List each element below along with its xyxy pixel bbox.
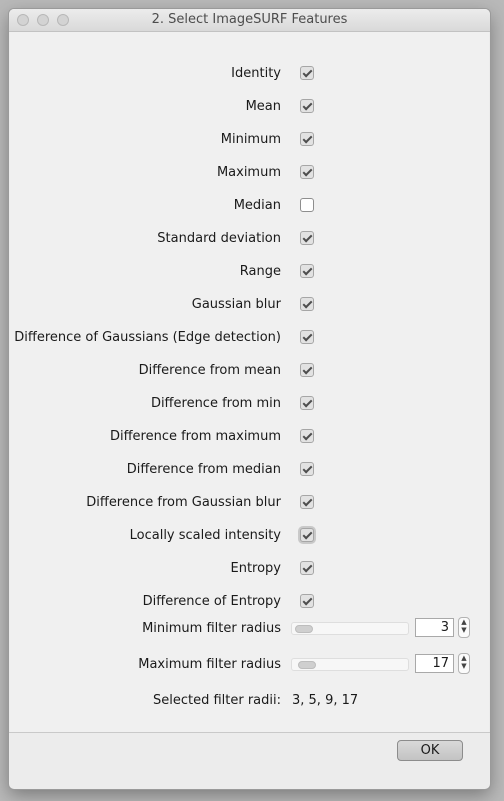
chevron-down-icon[interactable]: ▼ bbox=[459, 626, 469, 634]
feature-row: Gaussian blur bbox=[10, 294, 489, 318]
minimum-filter-radius-slider[interactable] bbox=[291, 622, 409, 635]
feature-checkbox[interactable] bbox=[300, 297, 314, 311]
feature-row: Range bbox=[10, 261, 489, 285]
feature-label: Range bbox=[239, 264, 281, 279]
feature-checkbox[interactable] bbox=[300, 165, 314, 179]
chevron-up-icon[interactable]: ▲ bbox=[459, 654, 469, 662]
minimum-filter-radius-label: Minimum filter radius bbox=[142, 621, 281, 636]
minimum-filter-radius-stepper[interactable]: ▲ ▼ bbox=[458, 617, 470, 638]
chevron-up-icon[interactable]: ▲ bbox=[459, 618, 469, 626]
feature-row: Minimum bbox=[10, 129, 489, 153]
feature-row: Maximum bbox=[10, 162, 489, 186]
feature-row: Locally scaled intensity bbox=[10, 525, 489, 549]
feature-checkbox[interactable] bbox=[300, 462, 314, 476]
minimum-filter-radius-input[interactable]: 3 bbox=[415, 618, 454, 637]
feature-label: Standard deviation bbox=[157, 231, 281, 246]
feature-row: Entropy bbox=[10, 558, 489, 582]
window-title: 2. Select ImageSURF Features bbox=[151, 12, 348, 27]
ok-button[interactable]: OK bbox=[397, 740, 463, 761]
feature-row: Mean bbox=[10, 96, 489, 120]
feature-label: Difference of Entropy bbox=[142, 594, 281, 609]
title-bar: 2. Select ImageSURF Features bbox=[9, 9, 490, 32]
feature-row: Difference of Gaussians (Edge detection) bbox=[10, 327, 489, 351]
feature-label: Difference from min bbox=[150, 396, 281, 411]
feature-label: Difference of Gaussians (Edge detection) bbox=[14, 330, 281, 345]
feature-label: Gaussian blur bbox=[191, 297, 281, 312]
feature-row: Standard deviation bbox=[10, 228, 489, 252]
feature-checkbox[interactable] bbox=[300, 561, 314, 575]
feature-row: Identity bbox=[10, 63, 489, 87]
feature-checkbox[interactable] bbox=[300, 198, 314, 212]
feature-label: Difference from median bbox=[126, 462, 281, 477]
feature-label: Maximum bbox=[216, 165, 281, 180]
feature-label: Difference from maximum bbox=[109, 429, 281, 444]
selected-radii-value: 3, 5, 9, 17 bbox=[292, 693, 359, 708]
feature-checkbox[interactable] bbox=[300, 396, 314, 410]
feature-label: Difference from mean bbox=[138, 363, 281, 378]
feature-label: Minimum bbox=[220, 132, 281, 147]
feature-checkbox[interactable] bbox=[300, 264, 314, 278]
feature-row: Difference of Entropy bbox=[10, 591, 489, 615]
feature-checkbox[interactable] bbox=[300, 495, 314, 509]
feature-row: Difference from median bbox=[10, 459, 489, 483]
feature-row: Difference from maximum bbox=[10, 426, 489, 450]
selected-radii-row: Selected filter radii: 3, 5, 9, 17 bbox=[10, 690, 489, 714]
maximum-filter-radius-row: Maximum filter radius 17 ▲ ▼ bbox=[10, 653, 489, 678]
feature-row: Difference from min bbox=[10, 393, 489, 417]
minimum-filter-radius-row: Minimum filter radius 3 ▲ ▼ bbox=[10, 617, 489, 642]
feature-checkbox[interactable] bbox=[300, 528, 314, 542]
footer-divider bbox=[9, 732, 490, 733]
feature-label: Locally scaled intensity bbox=[129, 528, 281, 543]
selected-radii-label: Selected filter radii: bbox=[152, 693, 281, 708]
feature-row: Difference from mean bbox=[10, 360, 489, 384]
maximum-filter-radius-stepper[interactable]: ▲ ▼ bbox=[458, 653, 470, 674]
feature-label: Median bbox=[233, 198, 281, 213]
feature-label: Entropy bbox=[230, 561, 281, 576]
slider-thumb[interactable] bbox=[298, 661, 316, 669]
features-dialog: 2. Select ImageSURF Features Identity Mea… bbox=[9, 9, 490, 789]
chevron-down-icon[interactable]: ▼ bbox=[459, 662, 469, 670]
maximum-filter-radius-label: Maximum filter radius bbox=[138, 657, 281, 672]
maximum-filter-radius-slider[interactable] bbox=[291, 658, 409, 671]
maximum-filter-radius-input[interactable]: 17 bbox=[415, 654, 454, 673]
slider-thumb[interactable] bbox=[295, 625, 313, 633]
feature-row: Difference from Gaussian blur bbox=[10, 492, 489, 516]
feature-label: Identity bbox=[231, 66, 281, 81]
feature-checkbox[interactable] bbox=[300, 330, 314, 344]
feature-checkbox[interactable] bbox=[300, 363, 314, 377]
feature-checkbox[interactable] bbox=[300, 66, 314, 80]
feature-row: Median bbox=[10, 195, 489, 219]
feature-checkbox[interactable] bbox=[300, 231, 314, 245]
feature-label: Mean bbox=[245, 99, 281, 114]
feature-label: Difference from Gaussian blur bbox=[86, 495, 281, 510]
feature-checkbox[interactable] bbox=[300, 132, 314, 146]
feature-checkbox[interactable] bbox=[300, 99, 314, 113]
feature-checkbox[interactable] bbox=[300, 429, 314, 443]
feature-checkbox[interactable] bbox=[300, 594, 314, 608]
feature-panel: Identity Mean Minimum Maximum Median Standard… bbox=[10, 32, 489, 732]
